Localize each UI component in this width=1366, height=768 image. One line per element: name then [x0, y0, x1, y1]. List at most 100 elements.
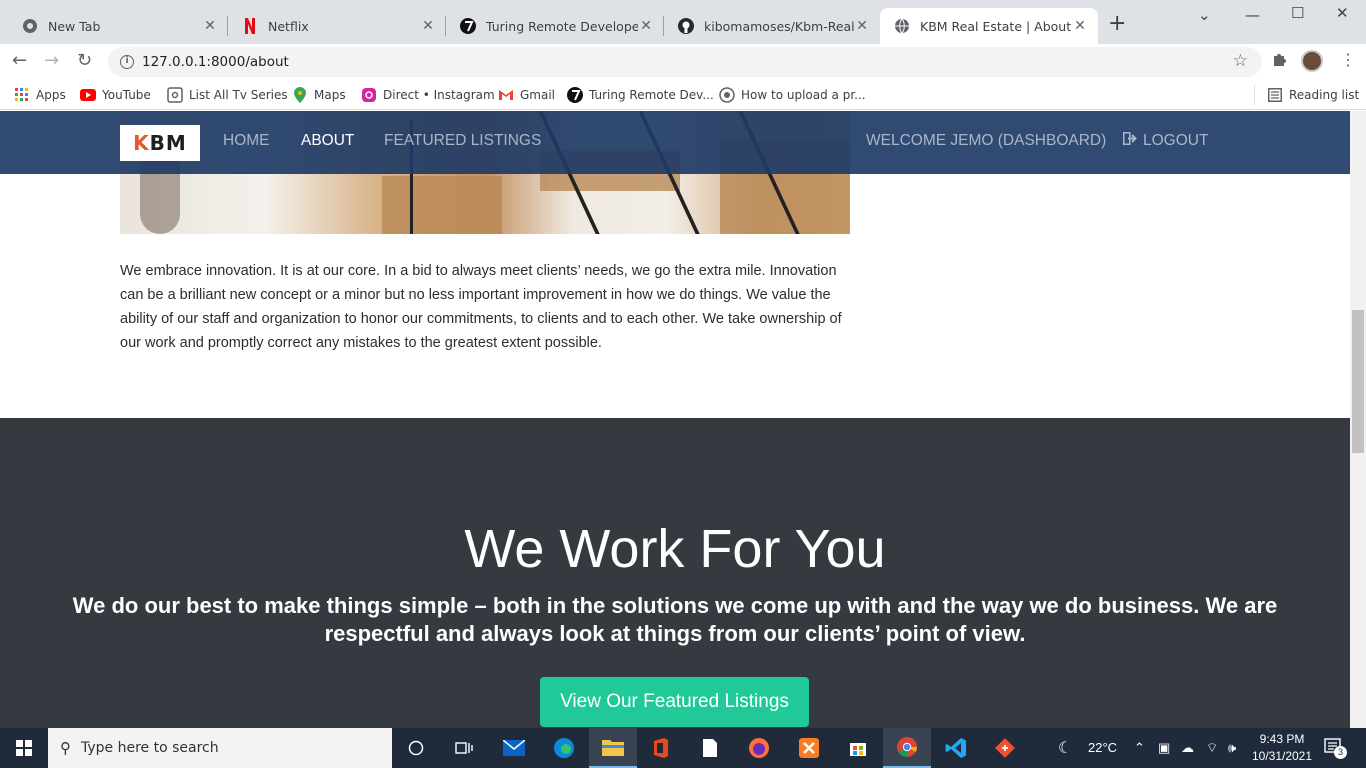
forward-arrow-icon[interactable]: → — [44, 50, 59, 71]
github-icon — [678, 18, 694, 34]
cortana-icon[interactable] — [392, 728, 440, 768]
section-lead: We do our best to make things simple – b… — [72, 593, 1278, 646]
store-icon[interactable] — [834, 728, 882, 768]
office-icon[interactable] — [637, 728, 685, 768]
reload-icon[interactable]: ↻ — [77, 50, 92, 71]
tab-title: kibomamoses/Kbm-Real-Estate — [704, 18, 854, 34]
nav-featured-listings-link[interactable]: FEATURED LISTINGS — [384, 132, 541, 150]
kbm-logo[interactable]: K BM — [120, 125, 200, 161]
task-view-icon[interactable] — [440, 728, 488, 768]
bookmark-turing[interactable]: Turing Remote Dev... — [567, 84, 714, 106]
taskbar-search-input[interactable]: ⚲ Type here to search — [48, 728, 392, 768]
work-for-you-section: We Work For You We do our best to make t… — [0, 418, 1350, 728]
minimize-button[interactable]: — — [1245, 6, 1260, 24]
view-featured-listings-button[interactable]: View Our Featured Listings — [540, 677, 809, 727]
tab-title: Netflix — [268, 18, 309, 34]
notifications-icon[interactable]: 3 — [1324, 738, 1347, 759]
nav-about-link[interactable]: ABOUT — [301, 132, 354, 150]
tab-title: Turing Remote Developer Jobs — [486, 18, 638, 34]
chrome-icon — [22, 18, 38, 34]
new-tab-button[interactable]: + — [1108, 13, 1126, 35]
bookmark-instagram[interactable]: Direct • Instagram — [361, 84, 495, 106]
weather-moon-icon[interactable]: ☾ — [1058, 738, 1072, 758]
volume-icon[interactable]: 🕪 — [1228, 740, 1236, 756]
bookmark-label: Gmail — [520, 88, 556, 102]
close-window-button[interactable]: ✕ — [1336, 4, 1349, 22]
bookmark-label: Turing Remote Dev... — [589, 88, 714, 102]
logout-label: LOGOUT — [1143, 132, 1209, 149]
chrome-menu-icon[interactable]: ⋮ — [1340, 50, 1356, 69]
bookmark-label: Direct • Instagram — [383, 88, 495, 102]
notification-count: 3 — [1334, 746, 1347, 759]
tab-title: KBM Real Estate | About — [920, 18, 1072, 34]
temperature[interactable]: 22°C — [1088, 740, 1117, 755]
edge-icon[interactable] — [540, 728, 588, 768]
maximize-button[interactable]: ☐ — [1291, 4, 1304, 22]
close-icon[interactable]: ✕ — [638, 18, 654, 34]
bookmark-maps[interactable]: Maps — [292, 84, 346, 106]
scrollbar-thumb[interactable] — [1352, 310, 1364, 453]
reading-list-label: Reading list — [1289, 88, 1360, 102]
show-hidden-icons-chevron-icon[interactable]: ⌃ — [1134, 740, 1145, 756]
close-icon[interactable]: ✕ — [1072, 18, 1088, 34]
about-paragraph: We embrace innovation. It is at our core… — [120, 263, 842, 351]
onedrive-cloud-icon[interactable]: ☁ — [1181, 740, 1194, 756]
bookmark-gmail[interactable]: Gmail — [498, 84, 555, 106]
browser-tab-strip: New Tab ✕ Netflix ✕ Turing Remote Develo… — [0, 0, 1366, 44]
firefox-icon[interactable] — [735, 728, 783, 768]
wifi-icon[interactable]: ⌔ — [1206, 740, 1218, 756]
bookmarks-divider — [1254, 85, 1255, 105]
reading-list-icon — [1267, 87, 1283, 103]
tab-new-tab[interactable]: New Tab ✕ — [8, 8, 228, 44]
bookmark-tv-series[interactable]: List All Tv Series — [167, 84, 288, 106]
bookmark-youtube[interactable]: YouTube — [80, 84, 151, 106]
bookmark-label: Apps — [36, 88, 66, 102]
windows-taskbar: ⚲ Type here to search ☾ 22°C ⌃ ▣ ☁ ⌔ 🕪 9… — [0, 728, 1366, 768]
tab-search-icon[interactable]: ⌄ — [1198, 6, 1211, 24]
xampp-icon[interactable] — [785, 728, 833, 768]
tab-kbm-about[interactable]: KBM Real Estate | About ✕ — [880, 8, 1098, 44]
system-clock[interactable]: 9:43 PM 10/31/2021 — [1250, 731, 1314, 765]
bookmark-label: How to upload a pr... — [741, 88, 866, 102]
site-info-icon[interactable]: i — [120, 55, 134, 69]
notepad-icon[interactable] — [686, 728, 734, 768]
bookmark-label: List All Tv Series — [189, 88, 288, 102]
close-icon[interactable]: ✕ — [854, 18, 870, 34]
maps-pin-icon — [292, 87, 308, 103]
apps-grid-icon — [14, 87, 30, 103]
git-icon[interactable] — [981, 728, 1029, 768]
bookmark-apps[interactable]: Apps — [14, 84, 66, 106]
page-scrollbar[interactable] — [1350, 111, 1366, 728]
gmail-icon — [498, 87, 514, 103]
meet-now-icon[interactable]: ▣ — [1158, 740, 1170, 756]
vscode-icon[interactable] — [932, 728, 980, 768]
tv-icon — [167, 87, 183, 103]
address-bar[interactable]: i 127.0.0.1:8000/about ☆ — [108, 47, 1262, 77]
github-icon — [719, 87, 735, 103]
section-heading: We Work For You — [464, 519, 886, 579]
tab-netflix[interactable]: Netflix ✕ — [228, 8, 446, 44]
bookmark-upload-project[interactable]: How to upload a pr... — [719, 84, 866, 106]
mail-icon[interactable] — [490, 728, 538, 768]
nav-dashboard-link[interactable]: WELCOME JEMO (DASHBOARD) — [866, 132, 1106, 150]
tab-turing[interactable]: Turing Remote Developer Jobs ✕ — [446, 8, 664, 44]
logout-icon — [1123, 132, 1138, 150]
youtube-icon — [80, 87, 96, 103]
windows-start-icon[interactable] — [0, 728, 48, 768]
page-viewport: K BM HOME ABOUT FEATURED LISTINGS WELCOME… — [0, 111, 1350, 728]
file-explorer-icon[interactable] — [589, 728, 637, 768]
tab-github[interactable]: kibomamoses/Kbm-Real-Estate ✕ — [664, 8, 880, 44]
reading-list-button[interactable]: Reading list — [1267, 84, 1359, 106]
close-icon[interactable]: ✕ — [420, 18, 436, 34]
url-text: 127.0.0.1:8000/about — [142, 54, 289, 70]
nav-logout-link[interactable]: LOGOUT — [1123, 132, 1208, 150]
search-icon: ⚲ — [60, 739, 71, 757]
bookmark-star-icon[interactable]: ☆ — [1233, 51, 1248, 71]
turing-icon — [460, 18, 476, 34]
profile-avatar[interactable] — [1301, 50, 1323, 72]
chrome-taskbar-icon[interactable] — [883, 728, 931, 768]
close-icon[interactable]: ✕ — [202, 18, 218, 34]
back-arrow-icon[interactable]: ← — [12, 50, 27, 71]
extensions-puzzle-icon[interactable] — [1271, 52, 1287, 72]
nav-home-link[interactable]: HOME — [223, 132, 270, 150]
